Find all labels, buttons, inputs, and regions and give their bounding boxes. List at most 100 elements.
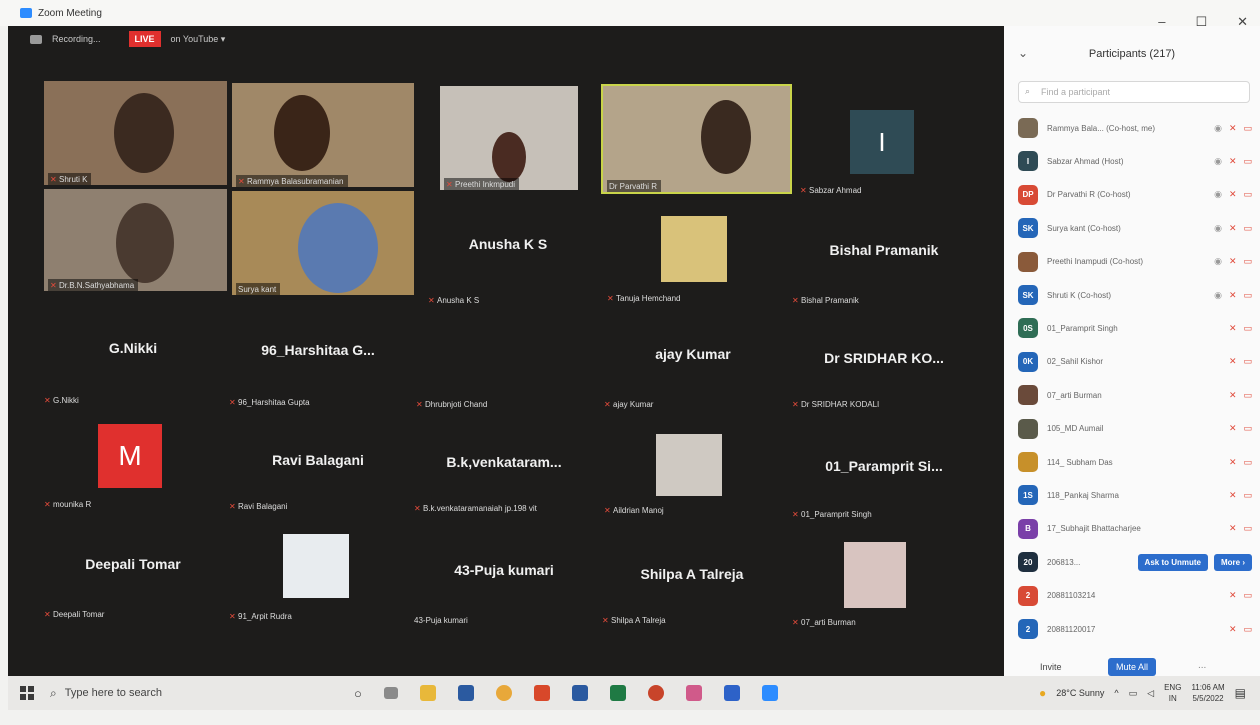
mic-muted-icon[interactable]: ✕ [1229, 457, 1237, 468]
name-tile[interactable]: Shilpa A Talreja ✕ Shilpa A Talreja [596, 532, 788, 626]
video-off-icon[interactable]: ▭ [1243, 523, 1252, 534]
camera-app-icon[interactable] [723, 685, 740, 701]
name-tile[interactable]: Dr SRIDHAR KO... ✕ Dr SRIDHAR KODALI [786, 316, 982, 410]
mic-muted-icon[interactable]: ✕ [1229, 223, 1237, 234]
video-off-icon[interactable]: ▭ [1243, 123, 1252, 134]
video-off-icon[interactable]: ▭ [1243, 156, 1252, 167]
cortana-icon[interactable]: ○ [354, 686, 362, 701]
chevron-up-icon[interactable]: ^ [1114, 688, 1118, 698]
network-icon[interactable]: ▭ [1129, 688, 1138, 699]
participant-row[interactable]: 20 206813... Ask to Unmute More › [1018, 547, 1252, 577]
name-tile[interactable]: Bishal Pramanik ✕ Bishal Pramanik [786, 206, 982, 306]
mic-muted-icon[interactable]: ✕ [1229, 624, 1237, 635]
video-tile[interactable]: ✕ Shruti K [44, 81, 227, 185]
photo-tile[interactable]: ✕ 07_arti Burman [786, 538, 982, 628]
name-tile[interactable]: 01_Paramprit Si... ✕ 01_Paramprit Singh [786, 426, 982, 520]
participant-row[interactable]: 114_ Subham Das ✕ ▭ [1018, 447, 1252, 477]
video-off-icon[interactable]: ▭ [1243, 390, 1252, 401]
mic-muted-icon[interactable]: ✕ [1229, 490, 1237, 501]
name-tile[interactable]: Ravi Balagani ✕ Ravi Balagani [223, 418, 413, 512]
mic-muted-icon[interactable]: ✕ [1229, 423, 1237, 434]
ask-to-unmute-button[interactable]: Ask to Unmute [1137, 553, 1208, 571]
mic-muted-icon[interactable]: ✕ [1229, 323, 1237, 334]
participant-row[interactable]: 1S 118_Pankaj Sharma ✕ ▭ [1018, 480, 1252, 510]
chrome-icon[interactable] [495, 685, 512, 701]
name-tile[interactable]: Anusha K S ✕ Anusha K S [418, 206, 598, 306]
mic-muted-icon[interactable]: ✕ [1229, 123, 1237, 134]
participant-row[interactable]: SK Surya kant (Co-host) ◉ ✕ ▭ [1018, 213, 1252, 243]
mic-muted-icon[interactable]: ✕ [1229, 390, 1237, 401]
participant-row[interactable]: 2 20881120017 ✕ ▭ [1018, 614, 1252, 644]
video-off-icon[interactable]: ▭ [1243, 457, 1252, 468]
recording-status[interactable]: Recording... [52, 34, 101, 44]
more-options-button[interactable]: ... [1198, 660, 1206, 671]
powerpoint-icon[interactable] [647, 685, 664, 701]
participant-row[interactable]: B 17_Subhajit Bhattacharjee ✕ ▭ [1018, 514, 1252, 544]
mic-muted-icon[interactable]: ✕ [1229, 256, 1237, 267]
office-icon[interactable] [533, 685, 550, 701]
name-tile[interactable]: Deepali Tomar ✕ Deepali Tomar [38, 526, 228, 620]
participant-row[interactable]: 105_MD Aumail ✕ ▭ [1018, 414, 1252, 444]
video-tile[interactable]: ✕ Preethi Inkmpudi [440, 86, 578, 190]
raise-hand-icon[interactable]: ◉ [1214, 156, 1222, 167]
name-tile[interactable]: 43-Puja kumari 43-Puja kumari [408, 532, 600, 626]
video-tile[interactable]: ✕ Dr.B.N.Sathyabhama [44, 189, 227, 291]
participant-row[interactable]: Preethi Inampudi (Co-host) ◉ ✕ ▭ [1018, 247, 1252, 277]
more-button[interactable]: More › [1214, 553, 1252, 571]
participant-row[interactable]: SK Shruti K (Co-host) ◉ ✕ ▭ [1018, 280, 1252, 310]
participant-row[interactable]: DP Dr Parvathi R (Co-host) ◉ ✕ ▭ [1018, 180, 1252, 210]
video-tile-active-speaker[interactable]: Dr Parvathi R [601, 84, 792, 194]
video-off-icon[interactable]: ▭ [1243, 490, 1252, 501]
live-badge[interactable]: LIVE [128, 31, 161, 47]
video-off-icon[interactable]: ▭ [1243, 590, 1252, 601]
photo-tile[interactable]: ✕ Aildrian Manoj [598, 426, 788, 516]
participant-search-input[interactable]: ⌕ Find a participant [1018, 81, 1250, 103]
mic-muted-icon[interactable]: ✕ [1229, 189, 1237, 200]
language-indicator[interactable]: ENG IN [1164, 682, 1181, 704]
video-tile[interactable]: Surya kant [232, 191, 414, 295]
excel-icon[interactable] [609, 685, 626, 701]
mute-all-button[interactable]: Mute All [1108, 658, 1157, 676]
weather-text[interactable]: 28°C Sunny [1056, 688, 1104, 698]
mic-muted-icon[interactable]: ✕ [1229, 590, 1237, 601]
mic-muted-icon[interactable]: ✕ [1229, 290, 1237, 301]
participant-row[interactable]: 2 20881103214 ✕ ▭ [1018, 581, 1252, 611]
video-off-icon[interactable]: ▭ [1243, 189, 1252, 200]
raise-hand-icon[interactable]: ◉ [1214, 223, 1222, 234]
raise-hand-icon[interactable]: ◉ [1214, 256, 1222, 267]
mic-muted-icon[interactable]: ✕ [1229, 523, 1237, 534]
participant-row[interactable]: 0S 01_Paramprit Singh ✕ ▭ [1018, 313, 1252, 343]
photo-tile[interactable]: ✕ 91_Arpit Rudra [223, 532, 413, 622]
paint-icon[interactable] [685, 685, 702, 701]
video-off-icon[interactable]: ▭ [1243, 423, 1252, 434]
raise-hand-icon[interactable]: ◉ [1214, 290, 1222, 301]
mic-muted-icon[interactable]: ✕ [1229, 356, 1237, 367]
zoom-taskbar-icon[interactable] [761, 685, 778, 701]
word-icon[interactable] [571, 685, 588, 701]
video-off-icon[interactable]: ▭ [1243, 290, 1252, 301]
video-tile[interactable]: ✕ Rammya Balasubramanian [232, 83, 414, 187]
windows-start-icon[interactable] [20, 686, 34, 700]
file-explorer-icon[interactable] [419, 685, 436, 701]
taskbar-search[interactable]: ⌕ Type here to search [50, 680, 300, 706]
participant-row[interactable]: I Sabzar Ahmad (Host) ◉ ✕ ▭ [1018, 146, 1252, 176]
video-off-icon[interactable]: ▭ [1243, 223, 1252, 234]
clock[interactable]: 11:06 AM 5/5/2022 [1191, 682, 1224, 704]
store-icon[interactable] [457, 685, 474, 701]
photo-tile[interactable]: ✕ Tanuja Hemchand [601, 214, 791, 304]
participant-row[interactable]: Rammya Bala... (Co-host, me) ◉ ✕ ▭ [1018, 113, 1252, 143]
name-tile[interactable]: G.Nikki ✕ G.Nikki [38, 316, 228, 406]
video-off-icon[interactable]: ▭ [1243, 256, 1252, 267]
avatar-tile[interactable]: M ✕ mounika R [38, 418, 228, 510]
invite-button[interactable]: Invite [1040, 662, 1062, 672]
notification-icon[interactable]: ▤ [1235, 686, 1246, 700]
live-target[interactable]: on YouTube ▾ [171, 34, 226, 45]
video-off-icon[interactable]: ▭ [1243, 323, 1252, 334]
avatar-tile[interactable]: I ✕ Sabzar Ahmad [794, 86, 984, 196]
participant-row[interactable]: 07_arti Burman ✕ ▭ [1018, 380, 1252, 410]
participant-row[interactable]: 0K 02_Sahil Kishor ✕ ▭ [1018, 347, 1252, 377]
volume-icon[interactable]: ◁ [1147, 688, 1154, 699]
mic-muted-icon[interactable]: ✕ [1229, 156, 1237, 167]
raise-hand-icon[interactable]: ◉ [1214, 123, 1222, 134]
name-tile[interactable]: ✕ Dhrubnjoti Chand [410, 316, 600, 410]
